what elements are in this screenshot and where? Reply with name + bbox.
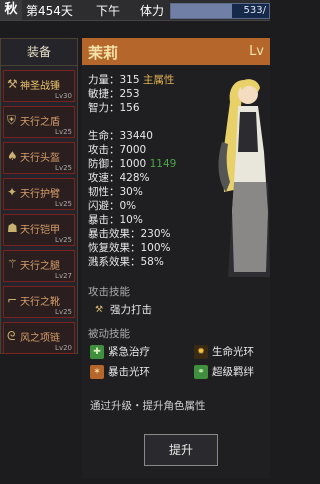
stat-strength: 力量：315 主属性 bbox=[88, 72, 174, 87]
passive-skills-header: 被动技能 bbox=[88, 328, 130, 340]
stamina-fill bbox=[171, 4, 232, 18]
equipment-name: 天行之靴 bbox=[20, 297, 60, 308]
stat-strength-value: 力量：315 bbox=[88, 74, 140, 86]
hammer-icon: ⚒ bbox=[94, 305, 104, 315]
equipment-level: Lv25 bbox=[55, 236, 72, 244]
upgrade-hint: 通过升级・提升角色属性 bbox=[90, 400, 206, 412]
equipment-name: 天行头盔 bbox=[20, 153, 60, 164]
equipment-slot-shield[interactable]: ⛨ 天行之盾 Lv25 bbox=[3, 106, 75, 138]
skill-name: 紧急治疗 bbox=[108, 346, 150, 358]
skill-name: 生命光环 bbox=[212, 346, 254, 358]
stamina-bar: 533/ bbox=[170, 3, 270, 19]
equipment-slot-hammer[interactable]: ⚒ 神圣战锤 Lv30 bbox=[3, 70, 75, 102]
sun-icon: ✹ bbox=[194, 345, 208, 359]
stat-dodge: 闪避：0% bbox=[88, 200, 137, 212]
stat-overflow: 溅系效果：58% bbox=[88, 256, 164, 268]
equipment-name: 天行铠甲 bbox=[20, 225, 60, 236]
stat-intellect: 智力：156 bbox=[88, 102, 140, 114]
stat-toughness: 韧性：30% bbox=[88, 186, 143, 198]
stat-defense-bonus: 1149 bbox=[149, 158, 177, 170]
helmet-icon: ♠ bbox=[7, 149, 18, 163]
stamina-label: 体力 bbox=[140, 4, 165, 18]
stat-attack-speed: 攻速：428% bbox=[88, 172, 150, 184]
armor-icon: ☗ bbox=[7, 221, 18, 235]
equipment-header: 装备 bbox=[1, 39, 77, 66]
character-badge[interactable]: 秋 bbox=[0, 0, 22, 20]
equipment-level: Lv30 bbox=[55, 92, 72, 100]
equipment-level: Lv25 bbox=[55, 200, 72, 208]
stat-crit-effect: 暴击效果：230% bbox=[88, 228, 171, 240]
stat-hp: 生命：33440 bbox=[88, 130, 153, 142]
day-counter: 第454天 bbox=[26, 4, 73, 18]
stat-recovery: 恢复效果：100% bbox=[88, 242, 171, 254]
bond-icon: ⚭ bbox=[194, 365, 208, 379]
bracer-icon: ✦ bbox=[7, 185, 18, 199]
equipment-level: Lv25 bbox=[55, 128, 72, 136]
equipment-level: Lv25 bbox=[55, 308, 72, 316]
skill-power-strike[interactable]: ⚒ 强力打击 bbox=[92, 302, 152, 318]
equipment-slot-helmet[interactable]: ♠ 天行头盔 Lv25 bbox=[3, 142, 75, 174]
stat-defense: 防御：1000 1149 bbox=[88, 156, 176, 171]
upgrade-button[interactable]: 提升 bbox=[144, 434, 218, 466]
heal-icon: ✚ bbox=[90, 345, 104, 359]
attack-skills-header: 攻击技能 bbox=[88, 286, 130, 298]
skill-super-bond[interactable]: ⚭ 超级羁绊 bbox=[194, 364, 254, 380]
equipment-slot-armor[interactable]: ☗ 天行铠甲 Lv25 bbox=[3, 214, 75, 246]
equipment-name: 神圣战锤 bbox=[20, 81, 60, 92]
character-name-bar: 茉莉 Lv bbox=[82, 38, 270, 65]
skill-name: 超级羁绊 bbox=[212, 366, 254, 378]
equipment-slot-necklace[interactable]: ᘓ 风之项链 Lv20 bbox=[3, 322, 75, 354]
stat-crit: 暴击：10% bbox=[88, 214, 143, 226]
stat-attack: 攻击：7000 bbox=[88, 144, 147, 156]
equipment-slot-boots[interactable]: ⌐ 天行之靴 Lv25 bbox=[3, 286, 75, 318]
character-name: 茉莉 bbox=[88, 44, 119, 62]
equipment-level: Lv20 bbox=[55, 344, 72, 352]
time-of-day: 下午 bbox=[96, 4, 121, 18]
hammer-icon: ⚒ bbox=[7, 77, 18, 91]
boots-icon: ⌐ bbox=[7, 293, 18, 307]
character-portrait bbox=[218, 79, 270, 277]
legs-icon: ⚚ bbox=[7, 257, 18, 271]
equipment-name: 天行护臂 bbox=[20, 189, 60, 200]
stat-defense-value: 防御：1000 bbox=[88, 158, 147, 170]
character-level: Lv bbox=[249, 44, 264, 59]
equipment-level: Lv27 bbox=[55, 272, 72, 280]
skill-crit-aura[interactable]: ✶ 暴击光环 bbox=[90, 364, 150, 380]
shield-icon: ⛨ bbox=[7, 113, 17, 127]
stamina-value: 533/ bbox=[243, 5, 266, 16]
skill-name: 强力打击 bbox=[110, 304, 152, 316]
equipment-slot-bracer[interactable]: ✦ 天行护臂 Lv25 bbox=[3, 178, 75, 210]
skill-name: 暴击光环 bbox=[108, 366, 150, 378]
main-attribute-tag: 主属性 bbox=[142, 74, 175, 86]
equipment-name: 天行之腿 bbox=[20, 261, 60, 272]
equipment-name: 风之项链 bbox=[20, 333, 60, 344]
stat-agility: 敏捷：253 bbox=[88, 88, 140, 100]
equipment-name: 天行之盾 bbox=[20, 117, 60, 128]
skill-emergency-heal[interactable]: ✚ 紧急治疗 bbox=[90, 344, 150, 360]
equipment-panel: 装备 ⚒ 神圣战锤 Lv30 ⛨ 天行之盾 Lv25 ♠ 天行头盔 Lv25 ✦… bbox=[0, 38, 78, 354]
top-status-bar: 秋 第454天 下午 体力 533/ bbox=[0, 0, 270, 21]
character-panel: 茉莉 Lv 力量：315 主属性 敏捷：253 智力：156 生命：33440 … bbox=[82, 38, 270, 478]
crit-icon: ✶ bbox=[90, 365, 104, 379]
skill-life-aura[interactable]: ✹ 生命光环 bbox=[194, 344, 254, 360]
equipment-slot-legs[interactable]: ⚚ 天行之腿 Lv27 bbox=[3, 250, 75, 282]
equipment-level: Lv25 bbox=[55, 164, 72, 172]
necklace-icon: ᘓ bbox=[7, 329, 16, 343]
